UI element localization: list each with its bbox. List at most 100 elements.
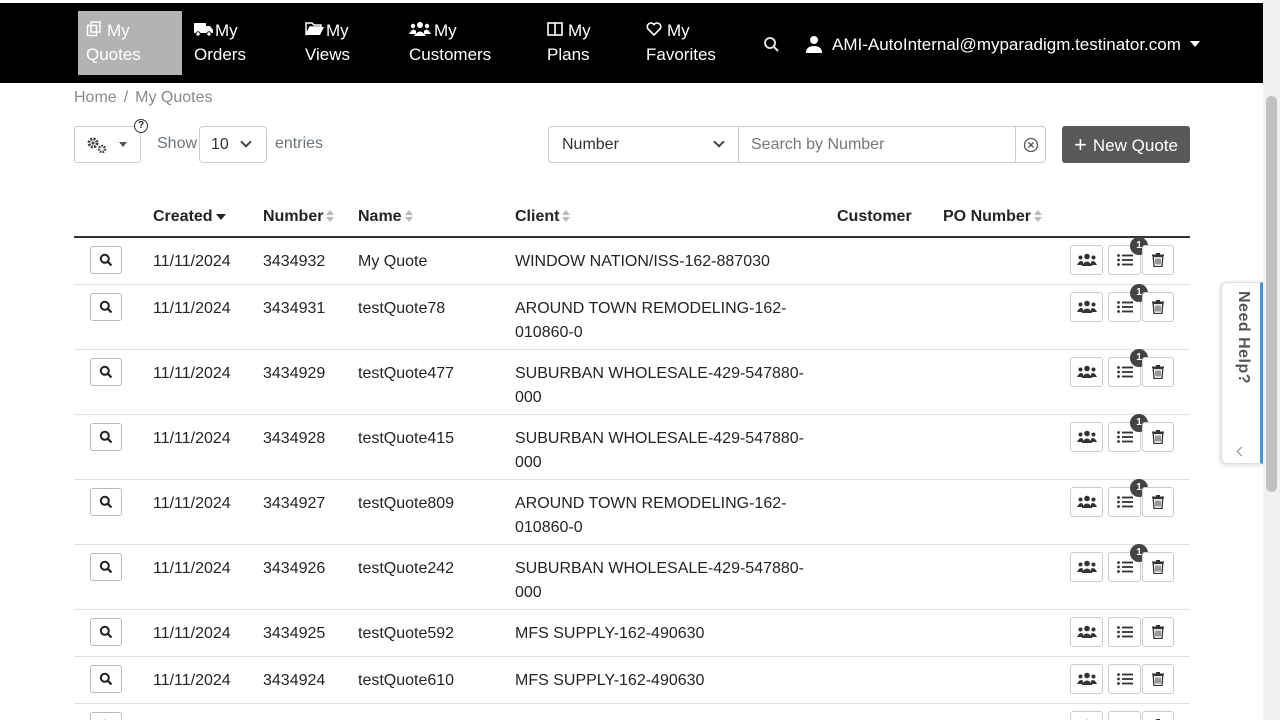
list-icon: [1117, 625, 1133, 644]
search-icon: [99, 300, 113, 319]
cell-client: SUBURBAN WHOLESALE-429-547880- 000: [515, 362, 804, 410]
sort-icon: [562, 209, 571, 222]
cell-created: 11/11/2024: [153, 716, 231, 720]
page-scrollbar[interactable]: [1263, 0, 1280, 720]
nav-my-orders[interactable]: My Orders: [186, 11, 286, 75]
nav-my-quotes[interactable]: My Quotes: [78, 11, 182, 75]
users-icon: [1077, 300, 1097, 319]
clear-search-button[interactable]: [1015, 126, 1046, 163]
nav-label-line1: My: [568, 21, 591, 40]
assign-customer-button[interactable]: [1070, 245, 1103, 275]
nav-my-plans[interactable]: My Plans: [539, 11, 629, 75]
cell-created: 11/11/2024: [153, 300, 231, 317]
entries-value: 10: [211, 136, 229, 153]
delete-quote-button[interactable]: [1142, 245, 1174, 275]
view-quote-button[interactable]: [90, 423, 122, 451]
cell-number: 3434931: [263, 300, 326, 317]
columns-icon: [547, 20, 565, 36]
cell-created: 11/11/2024: [153, 560, 231, 577]
nav-my-customers[interactable]: My Customers: [401, 11, 511, 75]
new-quote-label: New Quote: [1092, 136, 1178, 155]
assign-customer-button[interactable]: [1070, 664, 1103, 694]
nav-label-line1: My: [215, 21, 238, 40]
line-items-button[interactable]: [1108, 664, 1141, 694]
cell-client-line2: 010860-0: [515, 519, 583, 536]
assign-customer-button[interactable]: [1070, 422, 1103, 452]
sort-icon: [1034, 209, 1043, 222]
delete-quote-button[interactable]: [1142, 552, 1174, 582]
column-settings-button[interactable]: [74, 126, 141, 163]
nav-label-line1: My: [326, 21, 349, 40]
assign-customer-button[interactable]: [1070, 711, 1103, 720]
search-icon[interactable]: [762, 35, 782, 55]
user-menu[interactable]: AMI-AutoInternal@myparadigm.testinator.c…: [806, 33, 1200, 57]
heart-icon: [646, 20, 664, 37]
view-quote-button[interactable]: [90, 488, 122, 516]
line-items-button[interactable]: [1108, 617, 1141, 647]
assign-customer-button[interactable]: [1070, 357, 1103, 387]
cell-client: SUBURBAN WHOLESALE-429-547880- 000: [515, 427, 804, 475]
view-quote-button[interactable]: [90, 618, 122, 646]
column-header-client[interactable]: Client: [515, 208, 571, 226]
need-help-tab[interactable]: Need Help?: [1221, 282, 1263, 464]
delete-quote-button[interactable]: [1142, 422, 1174, 452]
cell-number: 3434929: [263, 365, 326, 382]
nav-my-views[interactable]: My Views: [297, 11, 397, 75]
cell-client: MFS SUPPLY-162-490630: [515, 669, 704, 693]
nav-label-line2: Customers: [409, 45, 492, 64]
entries-select[interactable]: 10: [199, 126, 267, 163]
cell-number: 3434923: [263, 716, 325, 720]
cell-created: 11/11/2024: [153, 672, 231, 689]
view-quote-button[interactable]: [90, 553, 122, 581]
assign-customer-button[interactable]: [1070, 487, 1103, 517]
view-quote-button[interactable]: [90, 665, 122, 693]
search-field-select[interactable]: Number: [548, 126, 739, 163]
cell-number: 3434932: [263, 253, 326, 270]
sort-icon: [404, 209, 413, 222]
column-header-number[interactable]: Number: [263, 208, 335, 226]
delete-quote-button[interactable]: [1142, 617, 1174, 647]
nav-label-line2: Views: [305, 45, 351, 64]
cell-number: 3434924: [263, 672, 326, 689]
delete-quote-button[interactable]: [1142, 357, 1174, 387]
list-icon: [1117, 300, 1133, 319]
search-icon: [99, 365, 113, 384]
help-icon[interactable]: ?: [134, 119, 148, 133]
top-navbar: My Quotes My Orders My Views My Customers My…: [0, 3, 1263, 83]
column-header-name[interactable]: Name: [358, 208, 413, 226]
table-row: 11/11/2024 3434928 testQuote415 SUBURBAN WH…: [74, 414, 1190, 480]
view-quote-button[interactable]: [90, 358, 122, 386]
scrollbar-thumb[interactable]: [1266, 96, 1277, 492]
line-items-button[interactable]: [1108, 711, 1141, 720]
search-input[interactable]: [738, 126, 1016, 163]
delete-quote-button[interactable]: [1142, 292, 1174, 322]
cell-created: 11/11/2024: [153, 625, 231, 642]
table-row: 11/11/2024 3434931 testQuote78 AROUND TOWN …: [74, 284, 1190, 350]
cell-name: testQuote78: [358, 300, 446, 317]
gears-icon: [86, 136, 110, 159]
delete-quote-button[interactable]: [1142, 487, 1174, 517]
cell-client-line1: AROUND TOWN REMODELING-162-: [515, 495, 787, 512]
breadcrumb-home[interactable]: Home: [74, 89, 117, 106]
assign-customer-button[interactable]: [1070, 552, 1103, 582]
delete-quote-button[interactable]: [1142, 664, 1174, 694]
nav-label-line2: Plans: [547, 45, 590, 64]
cell-name: My Quote: [358, 253, 428, 270]
new-quote-button[interactable]: + New Quote: [1062, 126, 1190, 163]
delete-quote-button[interactable]: [1142, 711, 1174, 720]
search-field-value: Number: [562, 136, 619, 153]
trash-icon: [1152, 625, 1164, 644]
assign-customer-button[interactable]: [1070, 617, 1103, 647]
column-header-created[interactable]: Created: [153, 208, 226, 226]
view-quote-button[interactable]: [90, 293, 122, 321]
caret-down-icon: [119, 142, 127, 147]
view-quote-button[interactable]: [90, 246, 122, 274]
column-header-po-number[interactable]: PO Number: [943, 208, 1043, 226]
view-quote-button[interactable]: [90, 712, 122, 720]
table-row: 11/11/2024 3434927 testQuote809 AROUND TOWN…: [74, 479, 1190, 545]
trash-icon: [1152, 365, 1164, 384]
cell-name: testQuote592: [358, 625, 455, 642]
users-icon: [409, 20, 431, 36]
nav-my-favorites[interactable]: My Favorites: [638, 11, 738, 75]
assign-customer-button[interactable]: [1070, 292, 1103, 322]
